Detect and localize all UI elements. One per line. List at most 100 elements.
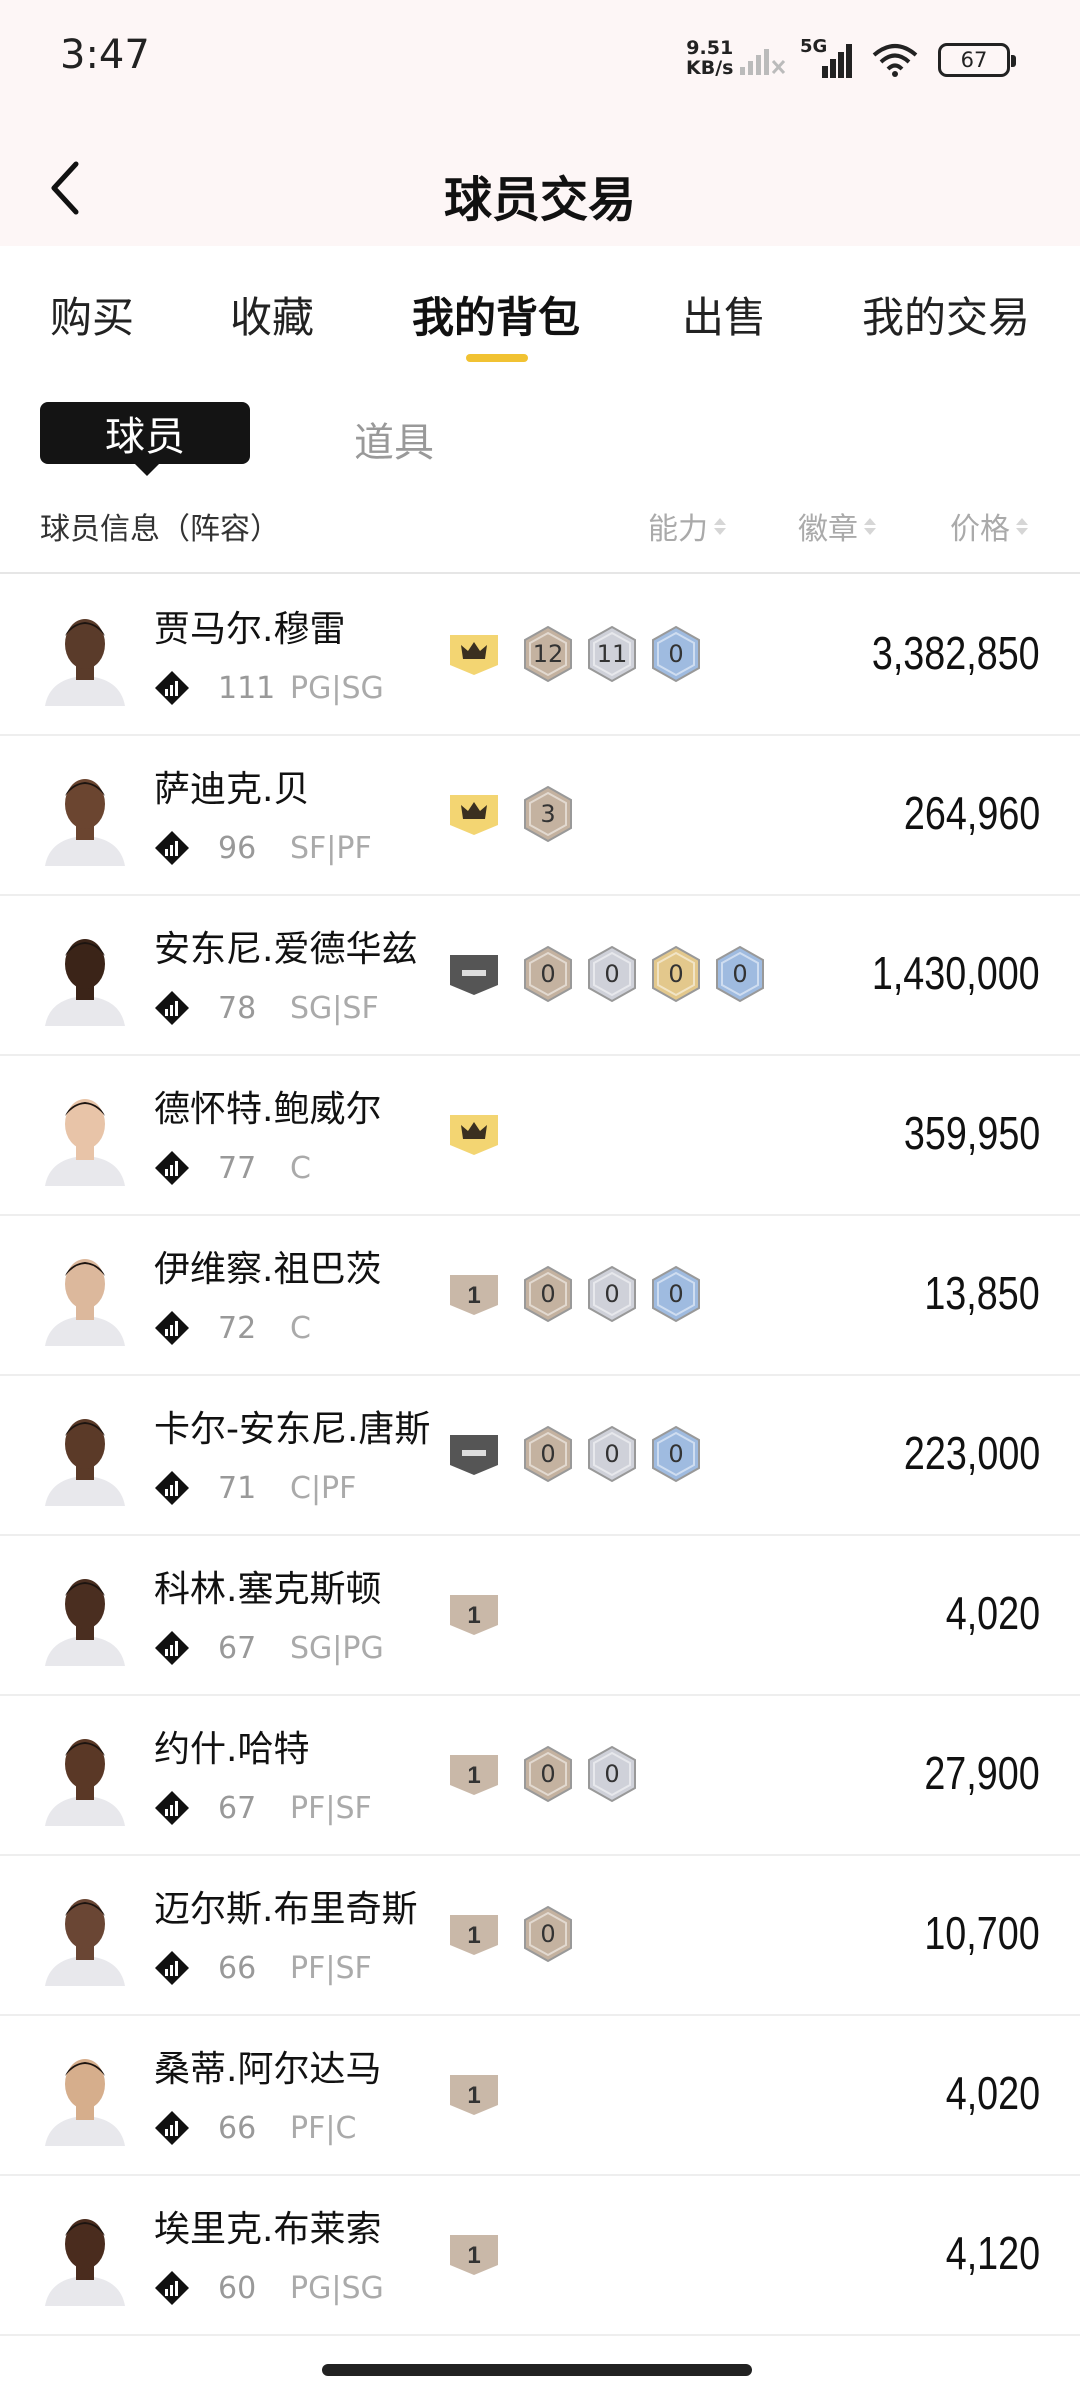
battery-level: 67 <box>960 48 988 72</box>
badge-list: 3 <box>448 782 574 846</box>
player-overall: 96 <box>218 830 257 866</box>
subtab-items[interactable]: 道具 <box>354 410 434 468</box>
badge-blue-icon: 0 <box>650 1425 702 1483</box>
tier-one-icon: 1 <box>448 1751 500 1797</box>
player-price: 27,900 <box>924 1747 1040 1799</box>
badge-count: 0 <box>732 960 748 988</box>
badge-bronze-icon: 3 <box>522 785 574 843</box>
tier-one-icon: 1 <box>448 1591 500 1637</box>
status-time: 3:47 <box>60 32 150 78</box>
player-meta: 66 PF|C <box>154 2108 356 2148</box>
player-name: 安东尼.爱德华兹 <box>154 929 418 970</box>
tab-my-backpack[interactable]: 我的背包 <box>412 284 580 345</box>
player-avatar <box>40 2046 130 2146</box>
player-meta: 72 C <box>154 1308 311 1348</box>
badge-silver-icon: 0 <box>586 1425 638 1483</box>
tier-one-icon: 1 <box>448 2231 500 2277</box>
badge-count: 0 <box>604 1280 620 1308</box>
player-position: C <box>290 1310 311 1346</box>
player-overall: 78 <box>218 990 257 1026</box>
badge-gold-icon: 0 <box>650 945 702 1003</box>
badge-count: 0 <box>604 1440 620 1468</box>
rating-diamond-icon <box>155 991 189 1025</box>
player-avatar <box>40 1886 130 1986</box>
badge-blue-icon: 0 <box>714 945 766 1003</box>
badge-silver-icon: 0 <box>586 1265 638 1323</box>
player-avatar <box>40 1406 130 1506</box>
badge-bronze-icon: 12 <box>522 625 574 683</box>
badge-bronze-icon: 0 <box>522 1265 574 1323</box>
player-row[interactable]: 贾马尔.穆雷 111 PG|SG 12 11 0 3,382,850 <box>0 576 1080 736</box>
home-indicator[interactable] <box>322 2364 752 2376</box>
sort-badges[interactable]: 徽章 <box>798 504 876 548</box>
cellular-signal-icon: 5G <box>800 36 856 80</box>
player-row[interactable]: 萨迪克.贝 96 SF|PF 3 264,960 <box>0 736 1080 896</box>
player-row[interactable]: 安东尼.爱德华兹 78 SG|SF 0 0 0 0 1,430,000 <box>0 896 1080 1056</box>
badge-count: 0 <box>668 640 684 668</box>
player-meta: 78 SG|SF <box>154 988 379 1028</box>
rating-diamond-icon <box>155 1631 189 1665</box>
tab-buy[interactable]: 购买 <box>50 284 134 345</box>
player-meta: 96 SF|PF <box>154 828 372 868</box>
player-row[interactable]: 伊维察.祖巴茨 72 C 1 0 0 0 13,850 <box>0 1216 1080 1376</box>
sort-badges-label: 徽章 <box>798 512 858 547</box>
rating-diamond-icon <box>155 1151 189 1185</box>
sort-price[interactable]: 价格 <box>950 504 1028 548</box>
player-avatar <box>40 926 130 1026</box>
status-bar: 3:47 9.51 KB/s 5G 67 <box>0 0 1080 120</box>
player-position: SG|SF <box>290 990 379 1026</box>
svg-text:1: 1 <box>467 2242 480 2269</box>
sort-icon <box>864 517 876 535</box>
net-speed-value: 9.51 <box>686 37 734 59</box>
sort-price-label: 价格 <box>950 512 1010 547</box>
badge-count: 0 <box>540 1440 556 1468</box>
badge-blue-icon: 0 <box>650 1265 702 1323</box>
player-avatar <box>40 1726 130 1826</box>
tier-one-icon: 1 <box>448 2071 500 2117</box>
player-avatar <box>40 1086 130 1186</box>
player-name: 迈尔斯.布里奇斯 <box>154 1889 418 1930</box>
player-name: 埃里克.布莱索 <box>154 2209 382 2250</box>
sort-ability-label: 能力 <box>648 512 708 547</box>
tier-one-icon: 1 <box>448 1271 500 1317</box>
player-meta: 67 PF|SF <box>154 1788 372 1828</box>
player-position: PF|C <box>290 2110 357 2146</box>
player-row[interactable]: 桑蒂.阿尔达马 66 PF|C 1 4,020 <box>0 2016 1080 2176</box>
svg-text:1: 1 <box>467 1922 480 1949</box>
player-row[interactable]: 科林.塞克斯顿 67 SG|PG 1 4,020 <box>0 1536 1080 1696</box>
player-row[interactable]: 埃里克.布莱索 60 PG|SG 1 4,120 <box>0 2176 1080 2336</box>
player-price: 264,960 <box>903 787 1040 839</box>
player-name: 桑蒂.阿尔达马 <box>154 2049 382 2090</box>
sort-icon <box>714 517 726 535</box>
player-row[interactable]: 卡尔-安东尼.唐斯 71 C|PF 0 0 0 223,000 <box>0 1376 1080 1536</box>
tab-my-trades[interactable]: 我的交易 <box>862 284 1030 345</box>
svg-text:1: 1 <box>467 1762 480 1789</box>
tab-sell[interactable]: 出售 <box>682 284 766 345</box>
player-overall: 66 <box>218 2110 257 2146</box>
active-tab-indicator <box>466 354 528 362</box>
player-position: PG|SG <box>290 670 384 706</box>
tier-crown-icon <box>448 1111 500 1157</box>
player-price: 223,000 <box>903 1427 1040 1479</box>
tab-bar: 购买 收藏 我的背包 出售 我的交易 <box>0 246 1080 376</box>
player-overall: 67 <box>218 1790 257 1826</box>
badge-list <box>448 1102 510 1166</box>
svg-text:1: 1 <box>467 1282 480 1309</box>
player-row[interactable]: 约什.哈特 67 PF|SF 1 0 0 27,900 <box>0 1696 1080 1856</box>
player-name: 伊维察.祖巴茨 <box>154 1249 382 1290</box>
rating-diamond-icon <box>155 1471 189 1505</box>
player-name: 约什.哈特 <box>154 1729 310 1770</box>
tier-crown-icon <box>448 791 500 837</box>
subtab-players[interactable]: 球员 <box>40 402 250 476</box>
sort-ability[interactable]: 能力 <box>648 504 726 548</box>
player-position: PF|SF <box>290 1950 372 1986</box>
badge-list: 0 0 0 <box>448 1422 702 1486</box>
badge-silver-icon: 11 <box>586 625 638 683</box>
badge-bronze-icon: 0 <box>522 945 574 1003</box>
badge-count: 0 <box>604 960 620 988</box>
tab-favorites[interactable]: 收藏 <box>230 284 314 345</box>
svg-text:1: 1 <box>467 1602 480 1629</box>
player-avatar <box>40 2206 130 2306</box>
player-row[interactable]: 德怀特.鲍威尔 77 C 359,950 <box>0 1056 1080 1216</box>
player-row[interactable]: 迈尔斯.布里奇斯 66 PF|SF 1 0 10,700 <box>0 1856 1080 2016</box>
